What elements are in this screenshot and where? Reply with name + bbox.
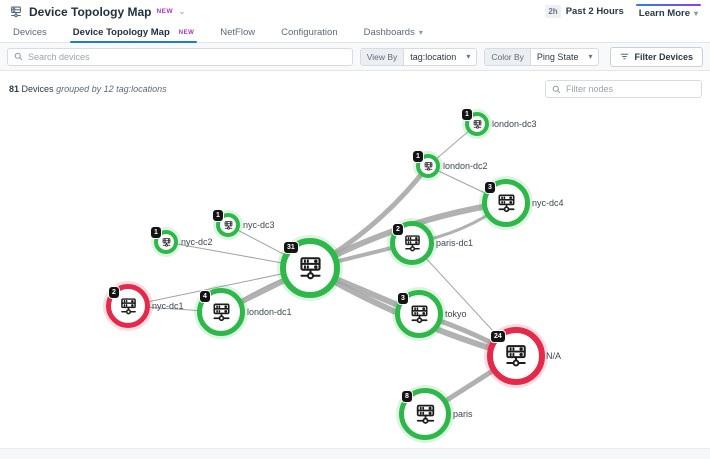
page-title: Device Topology Map: [29, 5, 151, 19]
filter-devices-button[interactable]: Filter Devices: [610, 47, 703, 67]
device-summary: 81 Devices grouped by 12 tag:locations: [9, 84, 167, 94]
color-by-label: Color By: [485, 49, 531, 65]
topology-graph: 31 1london-dc3 1london-dc2 3nyc-dc4 1nyc…: [0, 71, 710, 448]
node-label: nyc-dc2: [181, 237, 213, 247]
node-tokyo[interactable]: 3tokyo: [395, 290, 443, 338]
node-count-badge: 8: [402, 391, 412, 402]
node-count-badge: 1: [151, 227, 161, 238]
node-label: london-dc1: [247, 307, 292, 317]
new-badge: NEW: [156, 8, 173, 15]
device-icon: [502, 342, 530, 370]
footer-strip: [0, 448, 710, 459]
node-count-badge: 24: [491, 331, 505, 342]
node-paris-dc1[interactable]: 2paris-dc1: [390, 221, 434, 265]
node-count-badge: 31: [284, 242, 298, 253]
node-london-dc2[interactable]: 1london-dc2: [416, 154, 440, 178]
chevron-down-icon: ▾: [466, 52, 470, 61]
node-count-badge: 3: [398, 293, 408, 304]
title-chevron-down-icon[interactable]: ⌄: [178, 7, 186, 16]
node-count-badge: 1: [213, 210, 223, 221]
topology-canvas: 81 Devices grouped by 12 tag:locations 3…: [0, 71, 710, 448]
tab-netflow[interactable]: NetFlow: [220, 23, 255, 42]
device-icon: [413, 402, 438, 427]
node-london-dc3[interactable]: 1london-dc3: [465, 112, 489, 136]
node-label: nyc-dc1: [152, 301, 184, 311]
topology-app-icon: [9, 5, 23, 19]
search-icon: [14, 52, 23, 61]
color-by-group: Color By Ping State ▾: [484, 48, 599, 66]
view-by-label: View By: [361, 49, 405, 65]
node-count-badge: 1: [462, 109, 472, 120]
device-icon: [472, 119, 483, 130]
tab-device-topology-map[interactable]: Device Topology Map NEW: [73, 23, 194, 42]
node-count-badge: 4: [200, 291, 210, 302]
device-count: 81: [9, 84, 19, 94]
node-count-badge: 2: [109, 287, 119, 298]
app-header: Device Topology Map NEW ⌄ 2h Past 2 Hour…: [0, 0, 710, 23]
chevron-down-icon: ▾: [588, 52, 592, 61]
learn-more-button[interactable]: Learn More ▾: [636, 3, 701, 21]
node-na[interactable]: 24N/A: [487, 327, 545, 385]
node-label: paris-dc1: [436, 238, 473, 248]
node-count-badge: 2: [393, 224, 403, 235]
topology-edges: [0, 71, 710, 448]
node-nyc-dc4[interactable]: 3nyc-dc4: [482, 179, 530, 227]
search-devices-box: [7, 48, 353, 66]
node-label: N/A: [546, 351, 561, 361]
node-nyc-dc1[interactable]: 2nyc-dc1: [106, 284, 150, 328]
node-hub[interactable]: 31: [280, 238, 340, 298]
chevron-down-icon: ▾: [694, 9, 698, 18]
map-toolbar: View By tag:location ▾ Color By Ping Sta…: [0, 43, 710, 71]
node-london-dc1[interactable]: 4london-dc1: [197, 288, 245, 336]
node-count-badge: 1: [413, 151, 423, 162]
device-icon: [408, 303, 431, 326]
device-icon: [402, 233, 423, 254]
view-by-select[interactable]: tag:location ▾: [404, 49, 476, 65]
node-label: london-dc2: [443, 161, 488, 171]
tab-configuration[interactable]: Configuration: [281, 23, 338, 42]
filter-icon: [620, 52, 629, 61]
filter-nodes-input[interactable]: [566, 84, 695, 94]
node-label: tokyo: [445, 309, 467, 319]
learn-more-label: Learn More: [639, 8, 690, 19]
time-range-badge[interactable]: 2h: [545, 5, 560, 18]
chevron-down-icon: ▾: [419, 28, 423, 37]
node-label: paris: [453, 409, 473, 419]
node-nyc-dc2[interactable]: 1nyc-dc2: [154, 230, 178, 254]
view-by-group: View By tag:location ▾: [360, 48, 478, 66]
tab-devices[interactable]: Devices: [13, 23, 47, 42]
device-icon: [210, 301, 233, 324]
device-icon: [423, 161, 434, 172]
color-by-select[interactable]: Ping State ▾: [531, 49, 599, 65]
device-icon: [118, 296, 139, 317]
device-icon: [161, 237, 172, 248]
device-icon: [495, 192, 518, 215]
tab-bar: Devices Device Topology Map NEW NetFlow …: [0, 23, 710, 43]
device-icon: [296, 254, 325, 283]
node-paris[interactable]: 8paris: [399, 388, 451, 440]
search-devices-input[interactable]: [28, 52, 346, 62]
device-topology-page: Device Topology Map NEW ⌄ 2h Past 2 Hour…: [0, 0, 710, 459]
tab-dashboards[interactable]: Dashboards ▾: [364, 23, 423, 42]
search-icon: [552, 85, 561, 94]
node-label: london-dc3: [492, 119, 537, 129]
time-range-label[interactable]: Past 2 Hours: [566, 6, 624, 17]
filter-nodes-box: [545, 80, 702, 98]
node-label: nyc-dc3: [243, 220, 275, 230]
node-nyc-dc3[interactable]: 1nyc-dc3: [216, 213, 240, 237]
device-icon: [223, 220, 234, 231]
node-label: nyc-dc4: [532, 198, 564, 208]
node-count-badge: 3: [485, 182, 495, 193]
tab-new-badge: NEW: [179, 30, 195, 36]
